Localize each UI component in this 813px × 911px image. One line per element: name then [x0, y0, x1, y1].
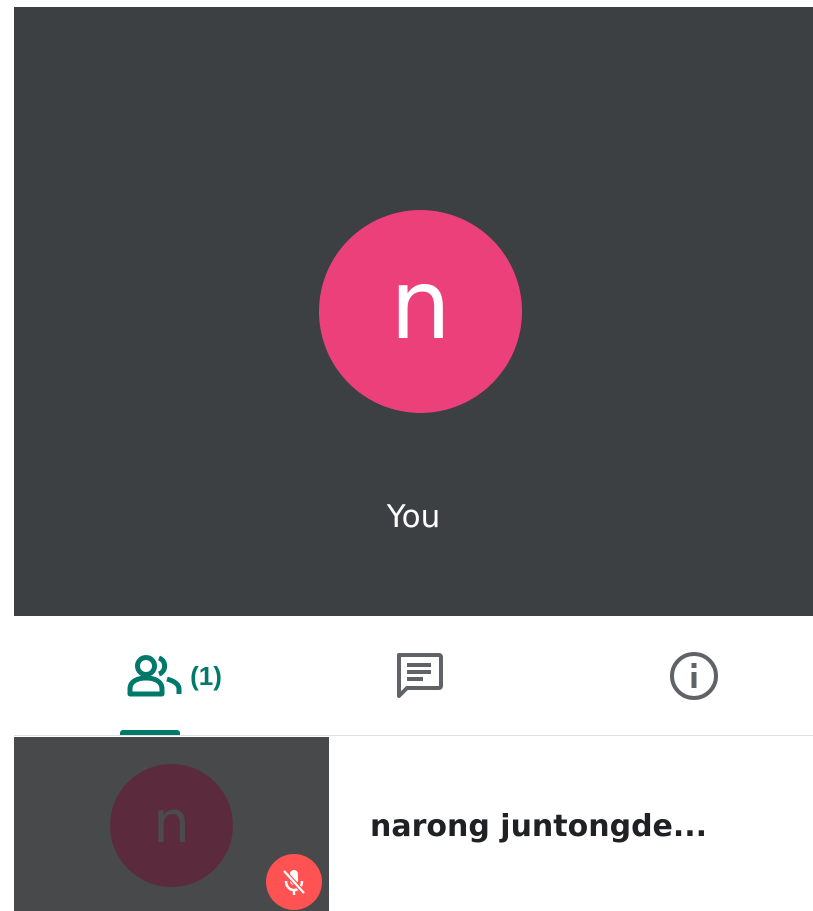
tab-info[interactable] [634, 616, 754, 736]
tab-chat[interactable] [344, 616, 494, 736]
participant-name: narong juntongde... [370, 809, 708, 844]
people-count: (1) [190, 660, 222, 691]
participant-avatar-initial: n [153, 787, 190, 856]
chat-icon [397, 653, 443, 698]
tab-people[interactable]: (1) [84, 616, 264, 736]
tabs-divider [14, 735, 813, 736]
participant-avatar: n [110, 764, 233, 887]
mic-off-icon [282, 869, 306, 895]
main-video-tile[interactable]: n You [14, 7, 813, 616]
people-icon [127, 655, 182, 697]
muted-badge [266, 854, 322, 910]
info-icon [670, 652, 718, 700]
self-name-label: You [386, 499, 441, 535]
self-avatar-initial: n [390, 248, 451, 361]
participant-thumbnail: n [14, 737, 329, 911]
participant-row[interactable]: n narong juntongde... [14, 737, 813, 911]
self-avatar: n [319, 210, 522, 413]
side-panel-tabs: (1) [14, 616, 813, 736]
